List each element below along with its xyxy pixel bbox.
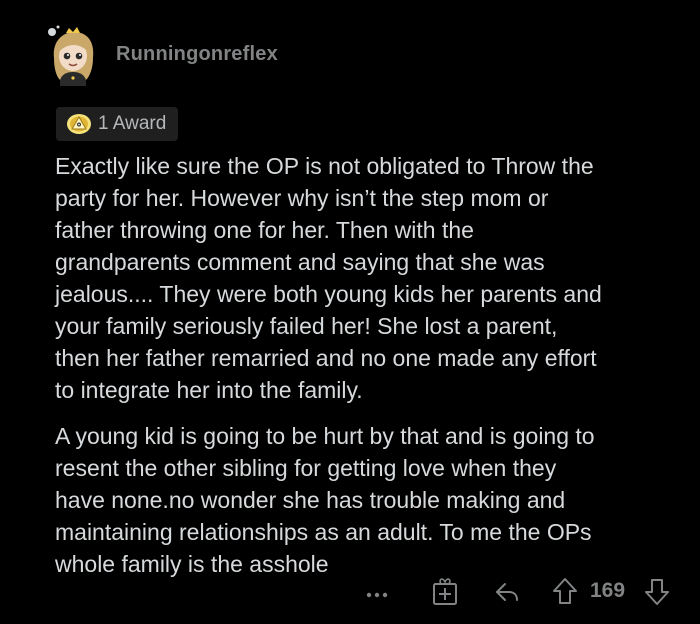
vote-count: 169 bbox=[590, 579, 626, 602]
comment-paragraph: Exactly like sure the OP is not obligate… bbox=[55, 153, 602, 403]
comment-paragraph: A young kid is going to be hurt by that … bbox=[55, 423, 595, 577]
gift-icon[interactable] bbox=[432, 576, 458, 611]
downvote-icon[interactable] bbox=[644, 578, 670, 611]
avatar[interactable] bbox=[44, 24, 102, 86]
comment-body: Exactly like sure the OP is not obligate… bbox=[55, 150, 685, 580]
more-options-icon[interactable] bbox=[366, 586, 388, 604]
comment-actions: 169 bbox=[360, 572, 680, 612]
award-label: 1 Award bbox=[98, 113, 167, 134]
comment: Runningonreflex 1 Award Exactly like sur… bbox=[0, 0, 700, 624]
username[interactable]: Runningonreflex bbox=[116, 43, 278, 66]
upvote-icon[interactable] bbox=[552, 577, 578, 610]
award-badge[interactable]: 1 Award bbox=[56, 107, 179, 141]
reply-icon[interactable] bbox=[494, 580, 520, 609]
award-icon bbox=[66, 112, 92, 136]
